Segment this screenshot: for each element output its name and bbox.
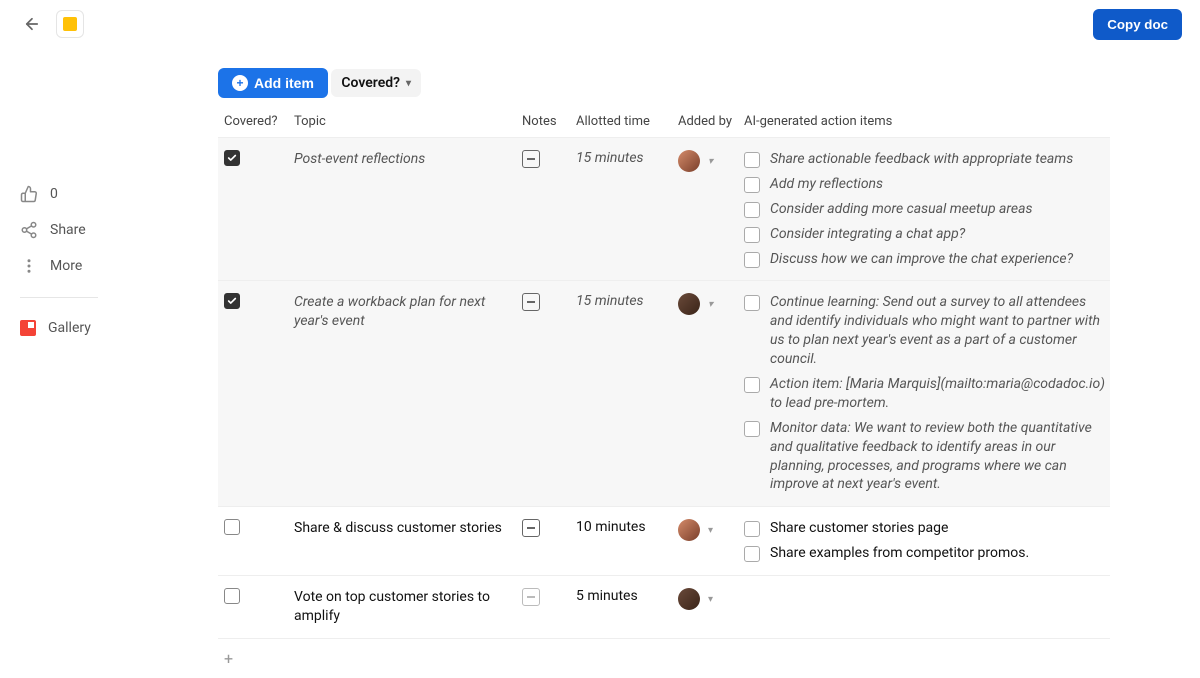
ai-action-item: Share actionable feedback with appropria…	[744, 150, 1106, 169]
ai-action-text: Share actionable feedback with appropria…	[770, 150, 1073, 169]
table-row[interactable]: Post-event reflections 15 minutes ▾ Share a…	[218, 137, 1110, 280]
col-notes: Notes	[522, 114, 576, 129]
col-topic: Topic	[294, 114, 522, 129]
topic-cell[interactable]: Vote on top customer stories to amplify	[294, 588, 522, 626]
ai-checkbox[interactable]	[744, 227, 760, 243]
ai-action-text: Consider integrating a chat app?	[770, 225, 965, 244]
topic-cell[interactable]: Post-event reflections	[294, 150, 522, 169]
thumbs-up-icon	[20, 185, 38, 203]
ai-action-text: Add my reflections	[770, 175, 883, 194]
chevron-down-icon[interactable]: ▾	[708, 525, 713, 536]
likes-count: 0	[50, 186, 58, 202]
add-item-label: Add item	[254, 75, 314, 91]
check-icon	[227, 296, 237, 306]
table-row[interactable]: Create a workback plan for next year's e…	[218, 280, 1110, 506]
share-icon	[20, 221, 38, 239]
col-covered: Covered?	[224, 114, 294, 129]
agenda-table: Covered? Topic Notes Allotted time Added…	[218, 108, 1110, 678]
ai-action-item: Discuss how we can improve the chat expe…	[744, 250, 1106, 269]
gallery-label: Gallery	[48, 320, 91, 336]
ai-action-text: Consider adding more casual meetup areas	[770, 200, 1033, 219]
note-icon[interactable]	[522, 150, 540, 168]
ai-action-item: Share examples from competitor promos.	[744, 544, 1106, 563]
ai-checkbox[interactable]	[744, 546, 760, 562]
ai-action-text: Share examples from competitor promos.	[770, 544, 1029, 563]
topic-cell[interactable]: Share & discuss customer stories	[294, 519, 522, 538]
ai-action-text: Continue learning: Send out a survey to …	[770, 293, 1106, 369]
left-rail: 0 Share More Gallery	[20, 185, 98, 336]
doc-icon[interactable]	[56, 10, 84, 38]
avatar[interactable]	[678, 150, 700, 172]
covered-checkbox[interactable]	[224, 293, 240, 309]
allotted-time-cell: 10 minutes	[576, 519, 678, 535]
plus-circle-icon: +	[232, 75, 248, 91]
note-icon[interactable]	[522, 588, 540, 606]
add-item-button[interactable]: + Add item	[218, 68, 328, 98]
ai-action-text: Discuss how we can improve the chat expe…	[770, 250, 1073, 269]
ai-checkbox[interactable]	[744, 421, 760, 437]
ai-action-item: Continue learning: Send out a survey to …	[744, 293, 1106, 369]
avatar[interactable]	[678, 588, 700, 610]
ai-checkbox[interactable]	[744, 152, 760, 168]
chevron-down-icon[interactable]: ▾	[708, 156, 713, 167]
ai-checkbox[interactable]	[744, 377, 760, 393]
divider	[20, 297, 98, 298]
arrow-left-icon	[23, 15, 41, 33]
ai-checkbox[interactable]	[744, 202, 760, 218]
col-added: Added by	[678, 114, 744, 129]
ai-action-list: Share customer stories page Share example…	[744, 519, 1106, 563]
share-label: Share	[50, 222, 86, 238]
allotted-time-cell: 5 minutes	[576, 588, 678, 604]
check-icon	[227, 153, 237, 163]
more-vertical-icon	[20, 257, 38, 275]
more-button[interactable]: More	[20, 257, 98, 275]
ai-action-item: Monitor data: We want to review both the…	[744, 419, 1106, 495]
group-by-chip[interactable]: Covered? ▾	[331, 69, 421, 97]
avatar[interactable]	[678, 519, 700, 541]
topbar: Copy doc	[0, 0, 1200, 48]
group-label: Covered?	[341, 75, 400, 91]
main-content: + Add item Covered? ▾ Covered? Topic Not…	[218, 55, 1160, 678]
gallery-button[interactable]: Gallery	[20, 320, 98, 336]
col-time: Allotted time	[576, 114, 678, 129]
allotted-time-cell: 15 minutes	[576, 150, 678, 166]
ai-action-item: Share customer stories page	[744, 519, 1106, 538]
ai-checkbox[interactable]	[744, 521, 760, 537]
allotted-time-cell: 15 minutes	[576, 293, 678, 309]
ai-action-text: Action item: [Maria Marquis](mailto:mari…	[770, 375, 1106, 413]
table-row[interactable]: Vote on top customer stories to amplify 5…	[218, 575, 1110, 638]
ai-action-item: Add my reflections	[744, 175, 1106, 194]
ai-checkbox[interactable]	[744, 295, 760, 311]
ai-checkbox[interactable]	[744, 177, 760, 193]
ai-action-text: Monitor data: We want to review both the…	[770, 419, 1106, 495]
note-icon[interactable]	[522, 293, 540, 311]
copy-doc-button[interactable]: Copy doc	[1093, 9, 1182, 40]
ai-action-item: Action item: [Maria Marquis](mailto:mari…	[744, 375, 1106, 413]
gallery-icon	[20, 320, 36, 336]
ai-action-item: Consider adding more casual meetup areas	[744, 200, 1106, 219]
covered-checkbox[interactable]	[224, 588, 240, 604]
add-row-button[interactable]: +	[218, 638, 1110, 678]
note-icon[interactable]	[522, 519, 540, 537]
topic-cell[interactable]: Create a workback plan for next year's e…	[294, 293, 522, 331]
col-ai: AI-generated action items	[744, 114, 1116, 129]
chevron-down-icon[interactable]: ▾	[708, 594, 713, 605]
back-button[interactable]	[18, 10, 46, 38]
table-row[interactable]: Share & discuss customer stories 10 minut…	[218, 506, 1110, 575]
avatar[interactable]	[678, 293, 700, 315]
ai-action-list: Share actionable feedback with appropria…	[744, 150, 1106, 268]
covered-checkbox[interactable]	[224, 150, 240, 166]
ai-action-list: Continue learning: Send out a survey to …	[744, 293, 1106, 494]
chevron-down-icon: ▾	[406, 78, 411, 89]
ai-action-item: Consider integrating a chat app?	[744, 225, 1106, 244]
covered-checkbox[interactable]	[224, 519, 240, 535]
ai-checkbox[interactable]	[744, 252, 760, 268]
share-button[interactable]: Share	[20, 221, 98, 239]
more-label: More	[50, 258, 82, 274]
chevron-down-icon[interactable]: ▾	[708, 299, 713, 310]
table-header: Covered? Topic Notes Allotted time Added…	[218, 108, 1110, 137]
ai-action-text: Share customer stories page	[770, 519, 948, 538]
likes-button[interactable]: 0	[20, 185, 98, 203]
